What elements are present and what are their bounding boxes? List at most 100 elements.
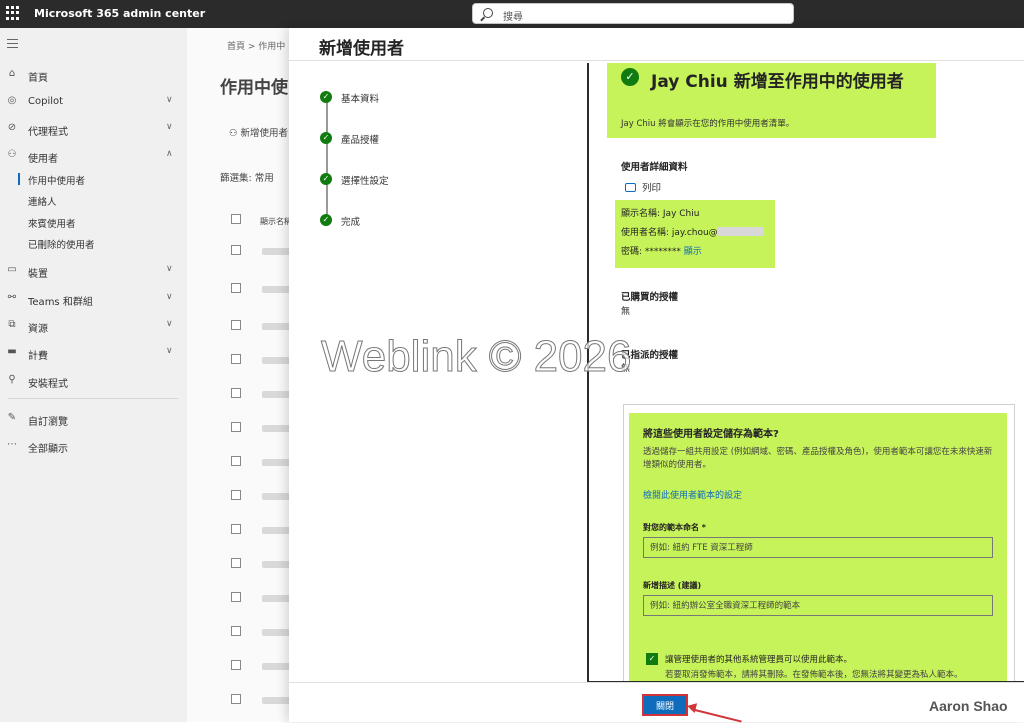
licenses-value: 無 <box>621 307 631 317</box>
chevron-down-icon: ∨ <box>166 346 173 356</box>
chevron-down-icon: ∨ <box>166 292 173 302</box>
nav-item-home[interactable]: ⌂ 首頁 <box>0 65 187 85</box>
template-description: 透過儲存一組共用設定 (例如網域、密碼、產品授權及角色)，使用者範本可讓您在未來… <box>643 447 993 470</box>
template-desc-label: 新增描述 (建議) <box>643 581 702 590</box>
template-note: 若要取消發佈範本，請將其刪除。在發佈範本後，您無法將其變更為私人範本。 <box>665 670 963 680</box>
nav-item-copilot[interactable]: ◎ Copilot ∨ <box>0 92 187 112</box>
nav-item-billing[interactable]: ▬ 計費 ∨ <box>0 343 187 363</box>
teams-icon: ⚯ <box>7 292 17 303</box>
resources-icon: ⧉ <box>8 319 16 330</box>
filter-set[interactable]: 篩選集: 常用 <box>220 170 274 184</box>
page-title: 作用中使 <box>220 78 288 98</box>
details-heading: 使用者詳細資料 <box>621 162 688 173</box>
steps-line <box>326 98 328 220</box>
success-banner: ✓ Jay Chiu 新增至作用中的使用者 Jay Chiu 將會顯示在您的作用… <box>607 63 936 138</box>
show-password-link[interactable]: 顯示 <box>684 247 702 257</box>
template-desc-input[interactable] <box>643 595 993 616</box>
select-all-checkbox[interactable] <box>231 214 241 224</box>
hamburger-icon[interactable] <box>7 39 18 51</box>
nav-item-customize[interactable]: ✎ 自訂瀏覽 <box>0 409 187 429</box>
success-description: Jay Chiu 將會顯示在您的作用中使用者清單。 <box>621 119 795 129</box>
row-checkbox[interactable] <box>231 592 241 602</box>
checkmark-icon: ✓ <box>320 173 332 185</box>
search-box[interactable]: 搜尋 <box>472 3 794 24</box>
left-nav: ⌂ 首頁 ◎ Copilot ∨ ⊘ 代理程式 ∨ ⚇ 使用者 ∧ 作用中使用者… <box>0 28 187 722</box>
search-placeholder: 搜尋 <box>503 12 523 23</box>
share-template-checkbox[interactable]: ✓ <box>646 653 658 665</box>
top-bar: Microsoft 365 admin center 搜尋 <box>0 0 1024 28</box>
content-area: ✓ Jay Chiu 新增至作用中的使用者 Jay Chiu 將會顯示在您的作用… <box>587 63 1024 683</box>
template-name-input[interactable] <box>643 537 993 558</box>
row-checkbox[interactable] <box>231 694 241 704</box>
row-checkbox[interactable] <box>231 283 241 293</box>
breadcrumb[interactable]: 首頁 > 作用中 <box>227 39 285 52</box>
app-launcher-icon[interactable] <box>6 6 20 20</box>
chevron-down-icon: ∨ <box>166 95 173 105</box>
row-checkbox[interactable] <box>231 422 241 432</box>
checkmark-icon: ✓ <box>320 91 332 103</box>
device-icon: ▭ <box>7 264 17 275</box>
author-credit: Aaron Shao <box>929 698 1008 714</box>
nav-item-agents[interactable]: ⊘ 代理程式 ∨ <box>0 119 187 139</box>
row-checkbox[interactable] <box>231 626 241 636</box>
user-name: 使用者名稱: jay.chou@ <box>621 225 764 238</box>
row-checkbox[interactable] <box>231 490 241 500</box>
agents-icon: ⊘ <box>7 122 17 133</box>
column-header[interactable]: 顯示名稱 <box>260 216 292 227</box>
nav-item-devices[interactable]: ▭ 裝置 ∨ <box>0 261 187 281</box>
chevron-down-icon: ∨ <box>166 122 173 132</box>
nav-sub-contacts[interactable]: 連絡人 <box>28 194 57 208</box>
redacted-domain <box>717 227 764 236</box>
review-template-link[interactable]: 檢閱此使用者範本的設定 <box>643 488 742 501</box>
row-checkbox[interactable] <box>231 660 241 670</box>
template-section: 將這些使用者設定儲存為範本? 透過儲存一組共用設定 (例如網域、密碼、產品授權及… <box>629 413 1007 681</box>
checkmark-icon: ✓ <box>320 214 332 226</box>
row-checkbox[interactable] <box>231 558 241 568</box>
row-checkbox[interactable] <box>231 388 241 398</box>
chevron-down-icon: ∨ <box>166 264 173 274</box>
success-check-icon: ✓ <box>621 68 639 86</box>
annotation-arrow <box>690 708 742 723</box>
app-name[interactable]: Microsoft 365 admin center <box>34 7 205 20</box>
chevron-down-icon: ∨ <box>166 319 173 329</box>
home-icon: ⌂ <box>8 68 16 79</box>
licenses-heading: 已購買的授權 <box>621 292 679 303</box>
template-title: 將這些使用者設定儲存為範本? <box>643 429 779 440</box>
printer-icon <box>625 183 636 192</box>
copilot-icon: ◎ <box>7 95 17 106</box>
row-checkbox[interactable] <box>231 320 241 330</box>
billing-icon: ▬ <box>7 346 17 357</box>
more-icon: ⋯ <box>7 439 17 450</box>
setup-icon: ⚲ <box>8 374 16 385</box>
nav-item-teams[interactable]: ⚯ Teams 和群組 ∨ <box>0 289 187 309</box>
user-icon: ⚇ <box>7 149 17 160</box>
nav-divider <box>8 398 178 399</box>
nav-sub-deleted-users[interactable]: 已刪除的使用者 <box>28 237 95 251</box>
add-user-button[interactable]: ⚇ 新增使用者 <box>229 125 288 139</box>
nav-item-setup[interactable]: ⚲ 安裝程式 <box>0 371 187 391</box>
panel-title: 新增使用者 <box>319 39 404 59</box>
panel-divider <box>289 60 1024 61</box>
template-name-label: 對您的範本命名 * <box>643 523 706 532</box>
row-checkbox[interactable] <box>231 354 241 364</box>
print-button[interactable]: 列印 <box>625 180 661 194</box>
checkmark-icon: ✓ <box>320 132 332 144</box>
password: 密碼: ******** 顯示 <box>621 247 702 257</box>
nav-item-resources[interactable]: ⧉ 資源 ∨ <box>0 316 187 336</box>
nav-sub-guest-users[interactable]: 來賓使用者 <box>28 216 76 230</box>
pencil-icon: ✎ <box>7 412 17 423</box>
share-template-label: 讓管理使用者的其他系統管理員可以使用此範本。 <box>665 655 853 665</box>
search-icon <box>483 8 493 18</box>
row-checkbox[interactable] <box>231 245 241 255</box>
nav-sub-active-users[interactable]: 作用中使用者 <box>17 173 85 187</box>
close-button[interactable]: 關閉 <box>642 694 688 716</box>
display-name: 顯示名稱: Jay Chiu <box>621 209 700 219</box>
chevron-up-icon: ∧ <box>166 149 173 159</box>
nav-item-show-all[interactable]: ⋯ 全部顯示 <box>0 436 187 456</box>
success-title: Jay Chiu 新增至作用中的使用者 <box>651 72 904 92</box>
watermark: Weblink © 2026 <box>320 332 632 382</box>
row-checkbox[interactable] <box>231 456 241 466</box>
row-checkbox[interactable] <box>231 524 241 534</box>
user-details-box: 顯示名稱: Jay Chiu 使用者名稱: jay.chou@ 密碼: ****… <box>615 200 775 268</box>
nav-item-users[interactable]: ⚇ 使用者 ∧ <box>0 146 187 166</box>
